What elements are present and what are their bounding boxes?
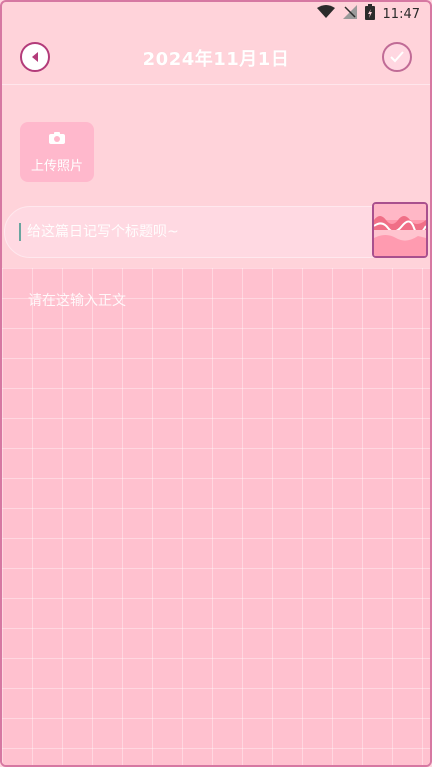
- app-frame: 11:47 2024年11月1日 上传照片: [0, 0, 432, 767]
- diary-body-input[interactable]: [26, 288, 410, 712]
- diary-body-area[interactable]: [2, 268, 430, 765]
- back-arrow-icon: [29, 48, 41, 67]
- battery-icon: [364, 4, 375, 24]
- thumbnail-image: [374, 204, 426, 256]
- status-time: 11:47: [382, 6, 420, 22]
- cover-thumbnail[interactable]: [372, 202, 428, 258]
- upload-photo-label: 上传照片: [30, 158, 83, 174]
- header: 2024年11月1日: [2, 32, 430, 85]
- camera-icon: [48, 131, 66, 149]
- no-signal-icon: [342, 5, 357, 23]
- status-bar: 11:47: [2, 2, 430, 26]
- wifi-icon: [316, 5, 335, 23]
- confirm-button[interactable]: [382, 42, 412, 72]
- page-title: 2024年11月1日: [142, 49, 290, 70]
- text-caret: [19, 223, 21, 241]
- back-button[interactable]: [20, 42, 50, 72]
- diary-title-input[interactable]: [25, 223, 349, 241]
- check-icon: [390, 48, 404, 67]
- status-icons: 11:47: [316, 4, 420, 24]
- upload-photo-button[interactable]: 上传照片: [20, 122, 94, 182]
- title-input-container[interactable]: [4, 206, 404, 258]
